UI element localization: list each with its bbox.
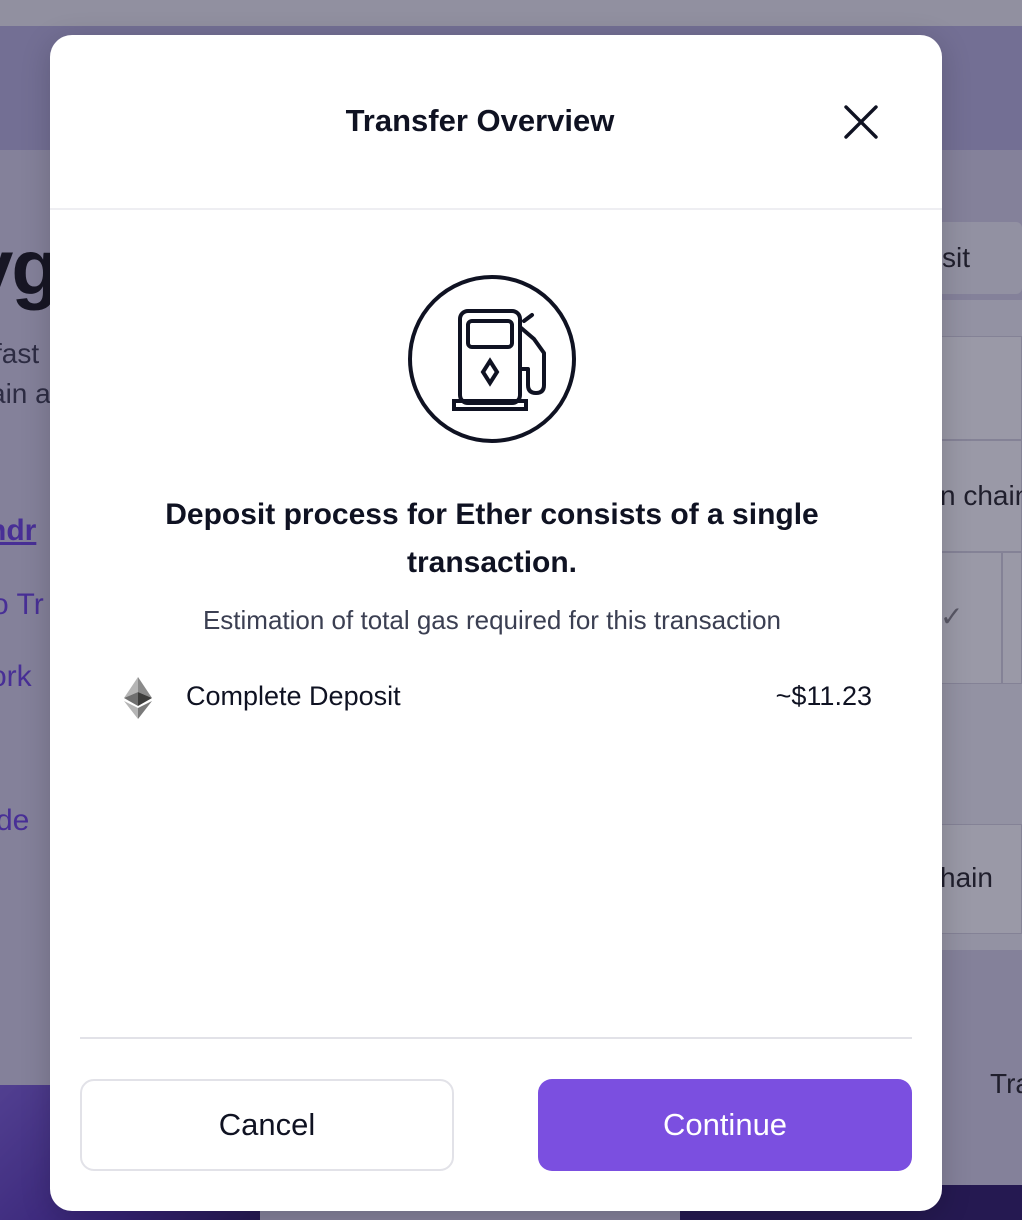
continue-button[interactable]: Continue xyxy=(538,1079,912,1171)
close-button[interactable] xyxy=(838,99,884,145)
modal-header: Transfer Overview xyxy=(50,35,942,210)
close-icon xyxy=(844,105,878,139)
gas-estimation-subtitle: Estimation of total gas required for thi… xyxy=(202,605,782,635)
modal-title: Transfer Overview xyxy=(345,103,615,138)
gas-estimate-row: Complete Deposit ~$11.23 xyxy=(122,675,872,721)
ethereum-icon xyxy=(124,677,152,719)
deposit-headline: Deposit process for Ether consists of a … xyxy=(165,498,819,579)
transfer-overview-modal: Transfer Overview Deposit process for Et… xyxy=(50,35,942,1211)
footer-divider xyxy=(80,1037,912,1039)
gas-item-label: Complete Deposit xyxy=(186,681,401,711)
gas-item-value: ~$11.23 xyxy=(775,681,872,711)
cancel-button[interactable]: Cancel xyxy=(80,1079,454,1171)
gas-pump-icon xyxy=(408,275,576,443)
